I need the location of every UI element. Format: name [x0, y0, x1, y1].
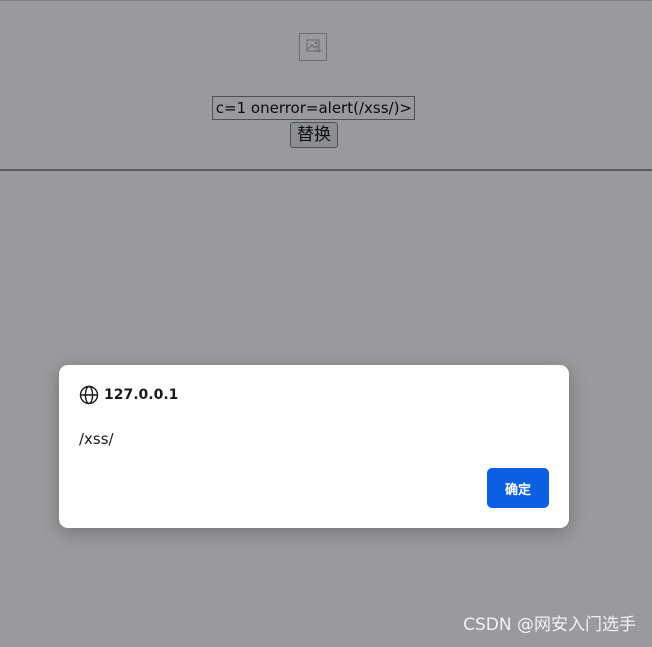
top-border	[0, 0, 652, 1]
replace-button[interactable]: 替换	[290, 122, 338, 148]
globe-icon	[79, 385, 99, 405]
dialog-origin: 127.0.0.1	[104, 387, 179, 403]
alert-dialog: 127.0.0.1 /xss/ 确定	[59, 365, 569, 528]
horizontal-rule	[0, 169, 652, 171]
payload-input[interactable]	[212, 96, 415, 120]
page-background: 替换 127.0.0.1 /xss/ 确定 CSDN @网安入门选手	[0, 0, 652, 647]
dialog-message: /xss/	[79, 430, 114, 448]
watermark: CSDN @网安入门选手	[463, 615, 636, 635]
broken-image-icon	[299, 33, 327, 61]
ok-button[interactable]: 确定	[487, 468, 549, 508]
